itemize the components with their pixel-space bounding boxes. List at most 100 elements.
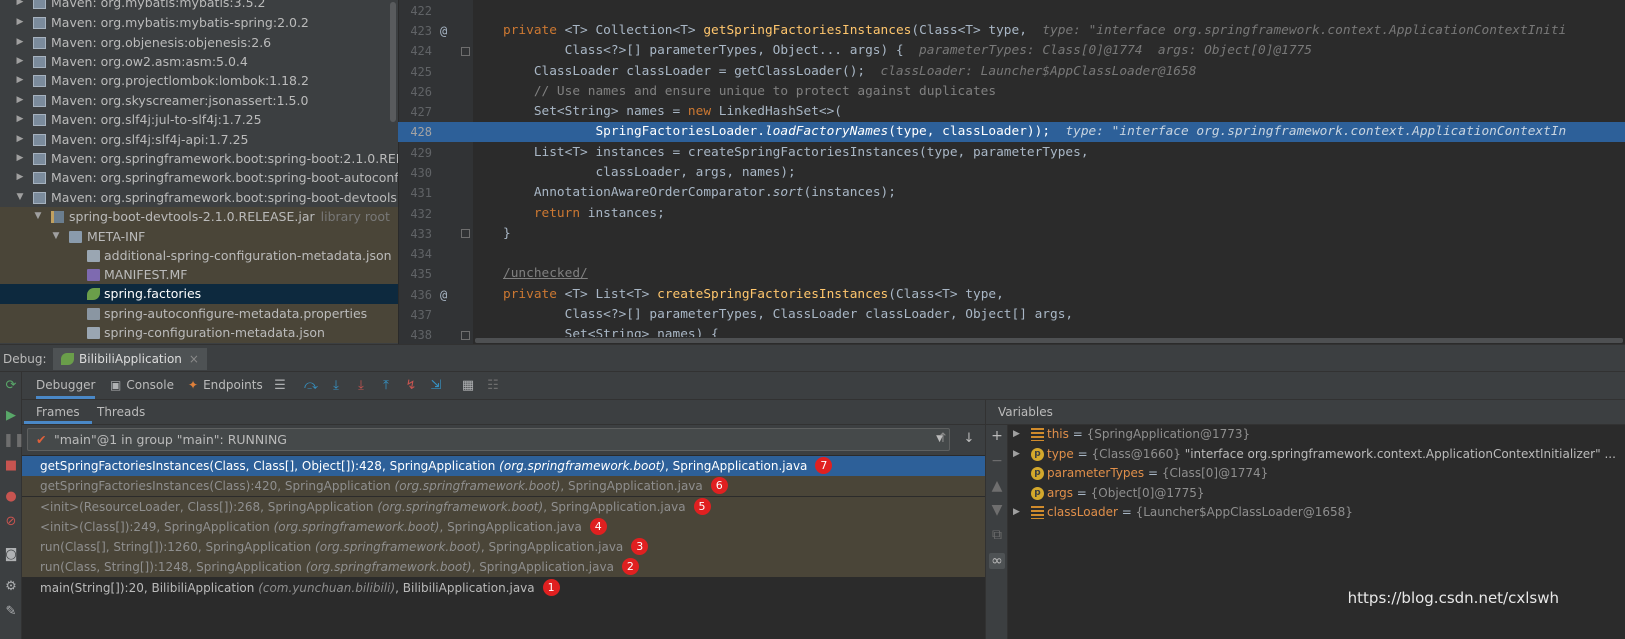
pause-icon[interactable]: ❚❚ xyxy=(3,433,25,449)
expand-arrow-icon[interactable]: ▶ xyxy=(14,149,26,169)
move-up-icon[interactable]: ▲ xyxy=(989,478,1005,494)
expand-arrow-icon[interactable]: ▶ xyxy=(14,52,26,72)
frames-list[interactable]: getSpringFactoriesInstances(Class, Class… xyxy=(22,455,985,639)
run-config-tab[interactable]: BilibiliApplication × xyxy=(53,348,207,370)
expand-arrow-icon[interactable]: ▶ xyxy=(14,130,26,150)
editor-horizontal-scrollbar[interactable] xyxy=(473,337,1625,344)
expand-arrow-icon[interactable]: ▶ xyxy=(14,71,26,91)
fold-marker-icon[interactable] xyxy=(461,331,470,340)
fold-marker-icon[interactable] xyxy=(461,229,470,238)
tree-item[interactable]: ▶ Maven: org.projectlombok:lombok:1.18.2 xyxy=(0,71,398,91)
expand-arrow-icon[interactable]: ▶ xyxy=(1013,425,1020,445)
tree-item[interactable]: ▶ Maven: org.objenesis:objenesis:2.6 xyxy=(0,33,398,53)
resume-icon[interactable]: ▶ xyxy=(3,408,19,424)
drop-frame-icon[interactable]: ↯ xyxy=(403,378,419,394)
tree-item[interactable]: spring-configuration-metadata.json xyxy=(0,323,398,343)
remove-icon[interactable]: − xyxy=(989,453,1005,469)
arrow-up-icon[interactable]: ↑ xyxy=(935,430,951,448)
tree-item[interactable]: ▶ Maven: org.mybatis:mybatis-spring:2.0.2 xyxy=(0,13,398,33)
expand-arrow-icon[interactable]: ▶ xyxy=(14,91,26,111)
frame-row[interactable]: <init>(Class[]):249, SpringApplication (… xyxy=(22,517,985,538)
scrollbar-thumb[interactable] xyxy=(475,338,1623,343)
tree-item[interactable]: ▶ Maven: org.slf4j:slf4j-api:1.7.25 xyxy=(0,130,398,150)
mute-breakpoints-icon[interactable]: ⊘ xyxy=(3,514,19,530)
tree-item[interactable]: ▶ Maven: org.mybatis:mybatis:3.5.2 xyxy=(0,0,398,13)
frame-row[interactable]: run(Class[], String[]):1260, SpringAppli… xyxy=(22,537,985,558)
code-line: Class<?>[] parameterTypes, ClassLoader c… xyxy=(503,307,1074,322)
step-into-icon[interactable]: ⤓ xyxy=(328,378,344,394)
evaluate-expression-icon[interactable]: ▦ xyxy=(460,378,476,394)
run-config-tab-label: BilibiliApplication xyxy=(79,352,182,366)
settings-gear-icon[interactable]: ⚙ xyxy=(3,579,19,595)
line-number: 438 xyxy=(410,328,432,342)
frame-row[interactable]: main(String[]):20, BilibiliApplication (… xyxy=(22,578,985,598)
tree-item[interactable]: ▶ Maven: org.springframework.boot:spring-… xyxy=(0,168,398,188)
frame-row[interactable]: run(Class, String[]):1248, SpringApplica… xyxy=(22,557,985,578)
tree-item[interactable]: MANIFEST.MF xyxy=(0,265,398,285)
glasses-icon[interactable]: ∞ xyxy=(989,553,1005,569)
expand-arrow-icon[interactable]: ▶ xyxy=(14,13,26,33)
expand-arrow-icon[interactable]: ▶ xyxy=(14,0,26,13)
expand-arrow-icon[interactable]: ▶ xyxy=(1013,445,1020,465)
tree-item[interactable]: ▼ Maven: org.springframework.boot:spring-… xyxy=(0,188,398,208)
tab-threads[interactable]: Threads xyxy=(85,400,157,424)
run-to-cursor-icon[interactable]: ⇲ xyxy=(428,378,444,394)
pin-icon[interactable]: ✎ xyxy=(3,604,19,620)
tab-frames[interactable]: Frames xyxy=(24,400,92,424)
tab-debugger[interactable]: Debugger xyxy=(36,372,96,399)
rerun-icon[interactable]: ⟳ xyxy=(3,378,19,394)
frame-row[interactable]: getSpringFactoriesInstances(Class):420, … xyxy=(22,476,985,497)
tree-item[interactable]: ▶ Maven: org.slf4j:jul-to-slf4j:1.7.25 xyxy=(0,110,398,130)
expand-arrow-icon[interactable]: ▶ xyxy=(14,110,26,130)
tree-scrollbar[interactable] xyxy=(390,2,396,122)
copy-icon[interactable]: ⧉ xyxy=(989,527,1005,543)
tree-item[interactable]: ▼ spring-boot-devtools-2.1.0.RELEASE.jar l… xyxy=(0,207,398,227)
collapse-arrow-icon[interactable]: ▼ xyxy=(14,188,26,208)
tab-endpoints[interactable]: ✦ Endpoints xyxy=(188,372,263,399)
collapse-arrow-icon[interactable]: ▼ xyxy=(50,227,62,247)
force-step-into-icon[interactable]: ⤓ xyxy=(353,378,369,394)
json-file-icon xyxy=(87,250,100,262)
step-over-icon[interactable]: ⤼ xyxy=(303,378,319,394)
tree-item[interactable]: additional-spring-configuration-metadata… xyxy=(0,246,398,266)
step-out-icon[interactable]: ⤒ xyxy=(378,378,394,394)
frame-row[interactable]: <init>(ResourceLoader, Class[]):268, Spr… xyxy=(22,497,985,518)
expand-arrow-icon[interactable]: ▶ xyxy=(14,33,26,53)
frame-row-selected[interactable]: getSpringFactoriesInstances(Class, Class… xyxy=(22,456,985,477)
variable-row[interactable]: p parameterTypes = {Class[0]@1774} xyxy=(1009,464,1625,484)
tree-item[interactable]: spring-autoconfigure-metadata.properties xyxy=(0,304,398,324)
trace-icon[interactable]: ☷ xyxy=(485,378,501,394)
variable-row[interactable]: ▶ classLoader = {Launcher$AppClassLoader@… xyxy=(1009,503,1625,523)
tree-item[interactable]: ▼ META-INF xyxy=(0,227,398,247)
code-editor[interactable]: private <T> Collection<T> getSpringFacto… xyxy=(473,0,1625,344)
code-line: private <T> List<T> createSpringFactorie… xyxy=(503,287,1004,302)
menu-lines-icon[interactable]: ☰ xyxy=(272,378,288,394)
tab-console[interactable]: ▣ Console xyxy=(110,372,174,399)
fold-marker-icon[interactable] xyxy=(461,47,470,56)
tab-endpoints-label: Endpoints xyxy=(203,378,263,392)
override-marker-icon[interactable]: @ xyxy=(440,21,447,41)
line-number: 437 xyxy=(410,308,432,322)
tree-item[interactable]: ▶ Maven: org.ow2.asm:asm:5.0.4 xyxy=(0,52,398,72)
variable-row[interactable]: ▶ this = {SpringApplication@1773} xyxy=(1009,425,1625,445)
annotation-badge: 4 xyxy=(589,518,607,535)
override-marker-icon[interactable]: @ xyxy=(440,285,447,305)
field-icon xyxy=(1031,506,1044,519)
add-icon[interactable]: + xyxy=(989,428,1005,444)
stop-icon[interactable]: ■ xyxy=(3,458,19,474)
code-line: } xyxy=(503,226,511,241)
camera-icon[interactable]: ◙ xyxy=(3,547,19,563)
view-breakpoints-icon[interactable]: ● xyxy=(3,489,19,505)
move-down-icon[interactable]: ▼ xyxy=(989,502,1005,518)
tree-item[interactable]: ▶ Maven: org.skyscreamer:jsonassert:1.5.0 xyxy=(0,91,398,111)
variable-row[interactable]: p args = {Object[0]@1775} xyxy=(1009,484,1625,504)
close-icon[interactable]: × xyxy=(189,352,199,366)
tree-item[interactable]: ▶ Maven: org.springframework.boot:spring-… xyxy=(0,149,398,169)
expand-arrow-icon[interactable]: ▶ xyxy=(1013,503,1020,523)
thread-dropdown[interactable]: ✔ "main"@1 in group "main": RUNNING ▼ xyxy=(27,428,950,451)
tree-item-selected[interactable]: spring.factories xyxy=(0,284,398,304)
arrow-down-icon[interactable]: ↓ xyxy=(961,430,977,448)
variable-row[interactable]: ▶ p type = {Class@1660} "interface org.spr… xyxy=(1009,445,1625,465)
collapse-arrow-icon[interactable]: ▼ xyxy=(32,207,44,227)
expand-arrow-icon[interactable]: ▶ xyxy=(14,168,26,188)
